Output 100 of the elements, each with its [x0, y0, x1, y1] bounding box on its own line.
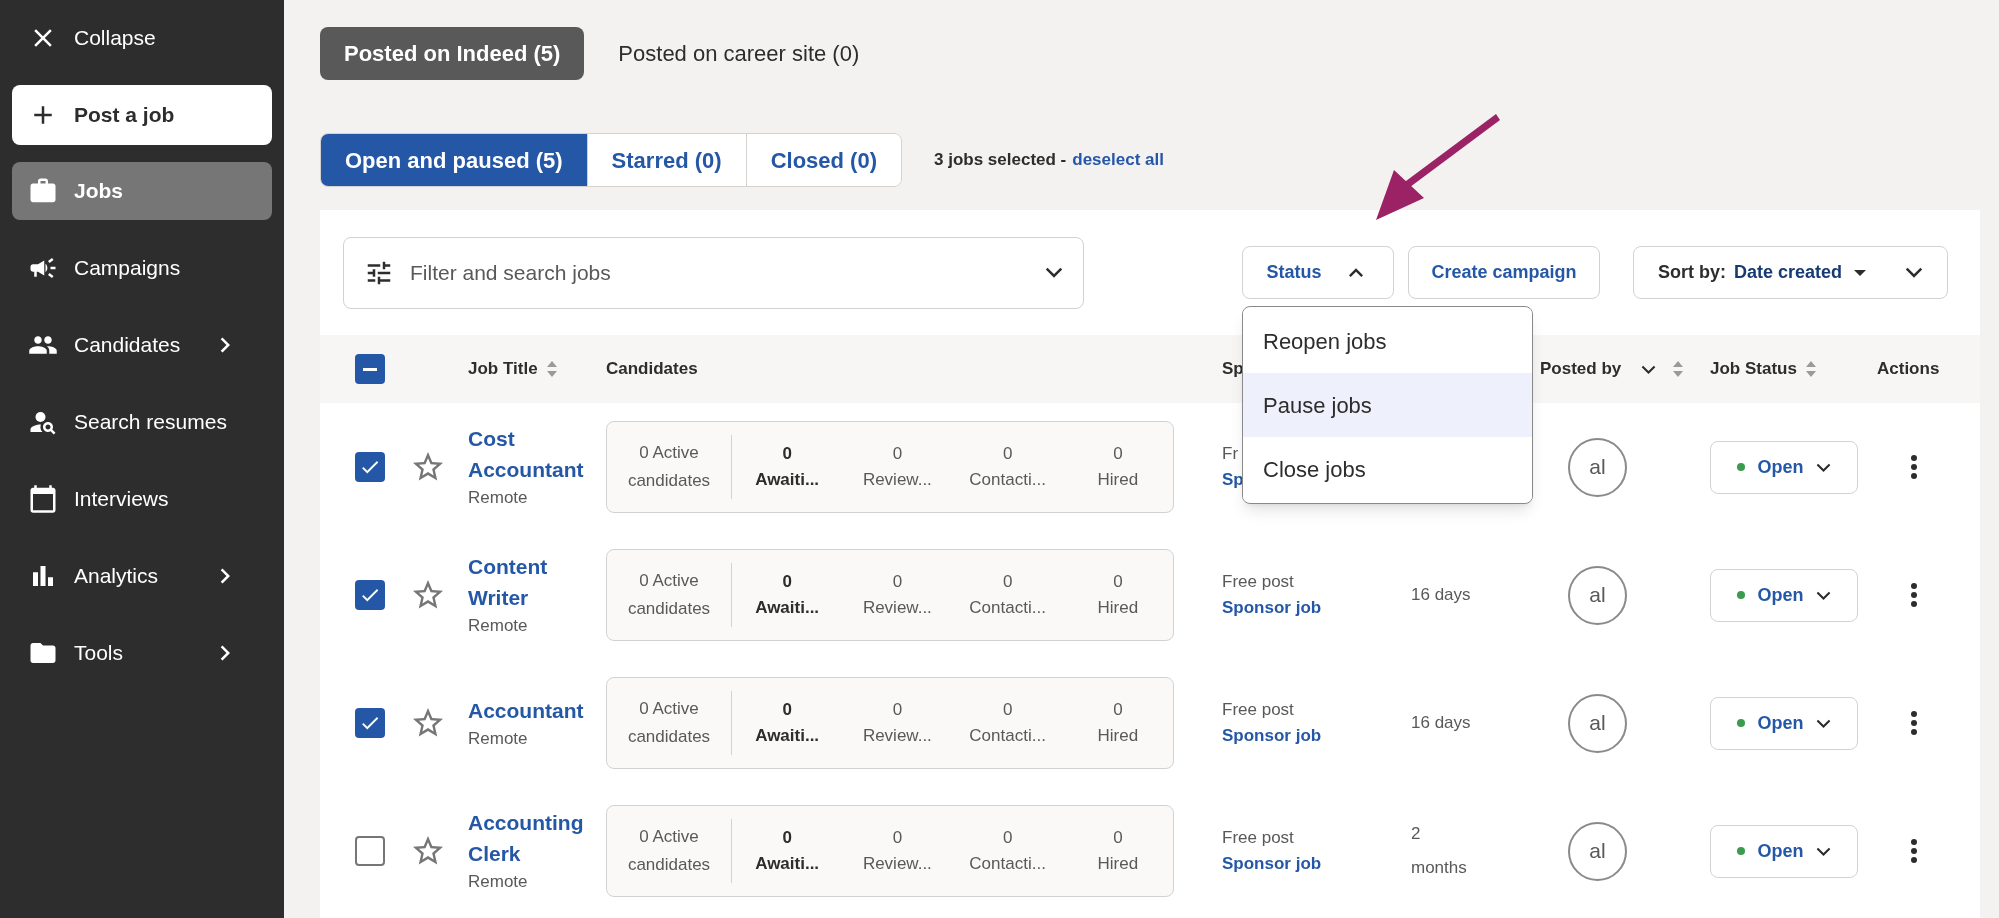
sidebar-item[interactable]: Analytics — [12, 547, 272, 605]
row-checkbox[interactable] — [355, 452, 385, 482]
candidate-count: 0 — [1002, 571, 1013, 593]
candidate-stage: Contacti... — [969, 597, 1046, 619]
poster-avatar: al — [1568, 693, 1627, 753]
sidebar-item[interactable]: Tools — [12, 624, 272, 682]
source-tab[interactable]: Posted on Indeed (5) — [320, 27, 585, 80]
poster-avatar: al — [1568, 437, 1627, 497]
job-status-dropdown[interactable]: Open — [1710, 568, 1858, 622]
sort-icon[interactable] — [545, 359, 558, 379]
candidate-stage: Awaiti... — [755, 853, 820, 875]
poster-avatar: al — [1568, 565, 1627, 625]
deselect-all-link[interactable]: deselect all — [1072, 147, 1164, 173]
sidebar-item[interactable]: Search resumes — [12, 393, 272, 451]
candidate-count: 0 — [1113, 827, 1123, 849]
chevron-down-icon — [1905, 267, 1923, 278]
sidebar-item[interactable]: Candidates — [12, 316, 272, 374]
candidate-summary: 0 Active candidates — [607, 819, 732, 883]
row-checkbox[interactable] — [355, 836, 385, 866]
candidate-stage: Contacti... — [969, 725, 1046, 747]
candidate-stage: Awaiti... — [755, 597, 820, 619]
candidate-count: 0 — [1113, 571, 1123, 593]
menu-item[interactable]: Close jobs — [1243, 437, 1532, 501]
candidate-count: 0 — [1002, 699, 1013, 721]
candidate-count: 0 — [1002, 443, 1013, 465]
posted-age: 2 months — [1411, 823, 1468, 879]
job-title-link[interactable]: Accountant — [468, 694, 606, 726]
candidate-stage: Review... — [862, 725, 932, 747]
calendar-icon — [28, 484, 58, 514]
row-checkbox[interactable] — [355, 580, 385, 610]
job-location: Remote — [468, 871, 529, 894]
candidate-count: 0 — [782, 827, 792, 849]
selection-count: 3 jobs selected - — [934, 149, 1067, 172]
candidate-stage: Contacti... — [969, 469, 1046, 491]
sort-icon[interactable] — [1672, 359, 1685, 379]
more-icon — [1911, 583, 1917, 607]
more-icon — [1911, 839, 1917, 863]
poster-avatar: al — [1568, 821, 1627, 881]
candidate-stage: Review... — [862, 469, 932, 491]
post-job-button[interactable]: Post a job — [12, 85, 272, 145]
status-tab[interactable]: Open and paused (5) — [321, 134, 587, 186]
post-type: Fr — [1222, 443, 1240, 465]
collapse-button[interactable]: Collapse — [12, 20, 272, 56]
candidate-count: 0 — [1113, 699, 1123, 721]
sponsor-job-link[interactable]: Sponsor job — [1222, 595, 1411, 621]
chevron-down-icon — [1045, 267, 1063, 278]
row-checkbox[interactable] — [355, 708, 385, 738]
status-tab[interactable]: Closed (0) — [745, 134, 901, 186]
column-header: Candidates — [606, 358, 698, 381]
job-location: Remote — [468, 487, 529, 510]
sidebar-item[interactable]: Campaigns — [12, 239, 272, 297]
candidate-count: 0 — [782, 443, 792, 465]
candidate-count: 0 — [892, 827, 903, 849]
sidebar-item[interactable]: Interviews — [12, 470, 272, 528]
chevron-down-icon — [1815, 462, 1831, 472]
chevron-down-icon — [1815, 590, 1831, 600]
column-header[interactable]: Job Title — [468, 356, 538, 382]
job-title-link[interactable]: Content Writer — [468, 551, 606, 614]
candidate-count: 0 — [892, 443, 903, 465]
post-type: Free post — [1222, 571, 1295, 593]
sort-dropdown[interactable]: Sort by: Date created — [1633, 246, 1948, 299]
menu-item[interactable]: Reopen jobs — [1243, 309, 1532, 373]
job-status-dropdown[interactable]: Open — [1710, 696, 1858, 750]
candidate-count: 0 — [1113, 443, 1123, 465]
candidate-count: 0 — [1002, 827, 1013, 849]
candidate-stage: Contacti... — [969, 853, 1046, 875]
menu-item[interactable]: Pause jobs — [1243, 373, 1532, 437]
more-icon — [1911, 711, 1917, 735]
column-header[interactable]: Posted by — [1540, 356, 1622, 382]
column-header: Sp — [1222, 358, 1244, 381]
sort-icon[interactable] — [1804, 359, 1817, 379]
posted-age: 16 days — [1411, 584, 1472, 606]
candidate-count: 0 — [892, 699, 903, 721]
job-status-dropdown[interactable]: Open — [1710, 824, 1858, 878]
candidate-count: 0 — [782, 571, 792, 593]
status-button[interactable]: Status — [1242, 246, 1394, 299]
candidate-stage: Hired — [1097, 597, 1139, 619]
minus-icon — [363, 367, 377, 371]
candidate-stage: Awaiti... — [755, 469, 820, 491]
candidate-summary: 0 Active candidates — [607, 435, 732, 499]
post-type: Free post — [1222, 827, 1295, 849]
filter-search-bar[interactable]: Filter and search jobs — [343, 236, 1084, 309]
create-campaign-button[interactable]: Create campaign — [1408, 246, 1600, 299]
sidebar-item[interactable]: Jobs — [12, 162, 272, 220]
job-title-link[interactable]: Cost Accountant — [468, 423, 606, 486]
filter-search-field[interactable]: Filter and search jobs — [410, 256, 1029, 289]
column-header[interactable]: Job Status — [1710, 356, 1797, 382]
sponsor-job-link[interactable]: Sponsor job — [1222, 723, 1411, 749]
job-title-link[interactable]: Accounting Clerk — [468, 807, 606, 870]
column-header: Actions — [1877, 358, 1940, 381]
select-all-checkbox[interactable] — [355, 354, 385, 384]
job-status-dropdown[interactable]: Open — [1710, 440, 1858, 494]
candidate-summary: 0 Active candidates — [607, 563, 732, 627]
posted-age: 16 days — [1411, 712, 1472, 734]
sponsor-job-link[interactable]: Sponsor job — [1222, 851, 1411, 877]
source-tab[interactable]: Posted on career site (0) — [594, 27, 884, 80]
more-icon — [1911, 455, 1917, 479]
chevron-down-icon — [1815, 846, 1831, 856]
candidate-count: 0 — [892, 571, 903, 593]
chevron-down-icon — [1815, 718, 1831, 728]
